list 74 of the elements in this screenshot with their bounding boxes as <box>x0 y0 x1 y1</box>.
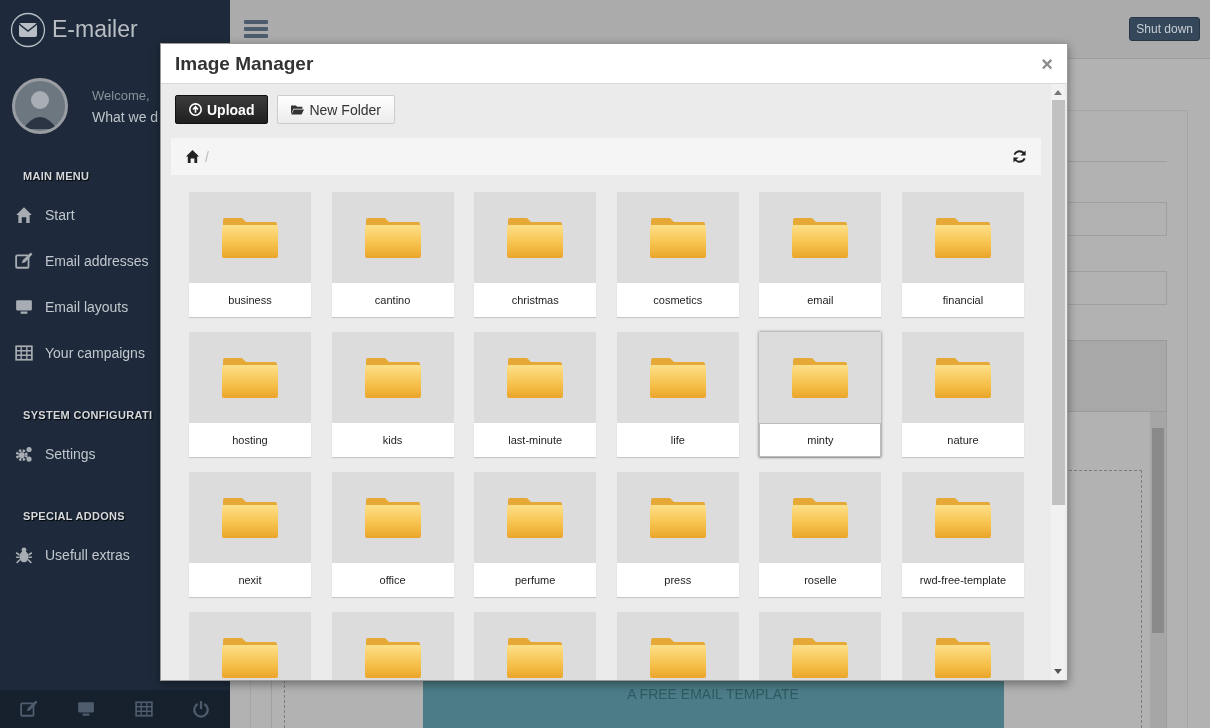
folder-icon <box>222 356 278 399</box>
folder-name: life <box>616 423 739 457</box>
table-icon <box>134 700 153 718</box>
folder-icon <box>792 636 849 679</box>
folder-name: nexit <box>189 563 311 597</box>
folder-icon <box>792 216 849 259</box>
folder-name: rwd-free-template <box>901 563 1024 597</box>
power-icon <box>192 700 211 718</box>
edit-icon <box>15 252 33 270</box>
folder-name: minty <box>759 423 882 457</box>
dialog-title: Image Manager <box>175 52 314 75</box>
folder-icon <box>507 216 564 259</box>
folder-name: hosting <box>189 423 311 457</box>
folder-name: last-minute <box>474 423 597 457</box>
scroll-up-icon[interactable] <box>1054 89 1062 95</box>
folder-name: press <box>616 563 739 597</box>
folder-icon <box>507 636 564 679</box>
folder-icon <box>934 216 991 259</box>
folder-icon <box>649 216 706 259</box>
folder-icon <box>507 356 564 399</box>
new-folder-button[interactable]: New Folder <box>277 95 396 124</box>
folder-name: kids <box>331 423 454 457</box>
breadcrumb-separator: / <box>205 148 209 165</box>
folder-name: email <box>759 283 882 317</box>
folder-icon <box>934 636 991 679</box>
table-icon <box>15 344 33 362</box>
monitor-icon <box>15 298 33 316</box>
folder-icon <box>222 496 278 539</box>
home-icon <box>15 206 33 224</box>
folder-name: cosmetics <box>616 283 739 317</box>
upload-button[interactable]: Upload <box>175 95 269 124</box>
section-heading: SYSTEM CONFIGURATI <box>22 409 154 421</box>
edit-icon <box>19 700 38 718</box>
folder-name: business <box>189 283 311 317</box>
section-heading: SPECIAL ADDONS <box>22 510 126 522</box>
folder-name: office <box>331 563 454 597</box>
menu-icon[interactable] <box>244 19 268 39</box>
folder-icon <box>649 356 706 399</box>
folder-icon <box>222 636 278 679</box>
welcome-text: Welcome, <box>92 87 151 103</box>
folder-name: perfume <box>474 563 597 597</box>
folder-open-icon <box>291 103 305 116</box>
folder-name: cantino <box>331 283 454 317</box>
home-icon <box>185 149 200 164</box>
scroll-down-icon[interactable] <box>1054 669 1062 675</box>
scrollbar[interactable] <box>1051 84 1065 680</box>
folder-icon <box>649 496 706 539</box>
folder-icon <box>934 356 991 399</box>
avatar <box>12 78 68 134</box>
monitor-icon <box>77 700 96 718</box>
folder-icon <box>364 496 421 539</box>
refresh-icon[interactable] <box>1012 149 1027 164</box>
shutdown-button[interactable]: Shut down <box>1129 17 1200 41</box>
section-heading: MAIN MENU <box>22 170 91 182</box>
folder-icon <box>507 496 564 539</box>
user-name: What we d <box>92 108 159 125</box>
folder-name: financial <box>901 283 1024 317</box>
gears-icon <box>15 445 33 463</box>
app-title: E-mailer <box>52 16 138 43</box>
folder-name: christmas <box>474 283 597 317</box>
folder-icon <box>364 356 421 399</box>
folder-icon <box>222 216 278 259</box>
folder-icon <box>364 636 421 679</box>
folder-icon <box>934 496 991 539</box>
folder-icon <box>792 496 849 539</box>
envelope-icon <box>10 11 46 48</box>
scrollbar[interactable] <box>1150 412 1166 728</box>
folder-icon <box>649 636 706 679</box>
folder-icon <box>792 356 849 399</box>
folder-icon <box>364 216 421 259</box>
folder-name: nature <box>901 423 1024 457</box>
folder-name: roselle <box>759 563 882 597</box>
upload-icon <box>189 103 202 116</box>
bug-icon <box>15 546 33 564</box>
